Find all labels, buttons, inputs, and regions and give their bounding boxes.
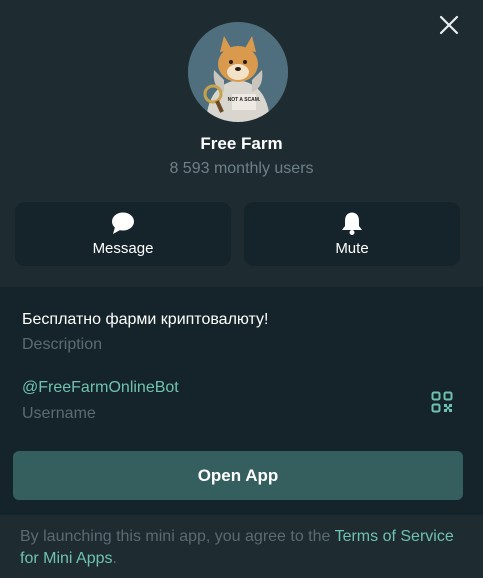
bell-icon bbox=[244, 210, 460, 236]
bot-info-panel: Бесплатно фарми криптовалюту! Descriptio… bbox=[0, 287, 483, 515]
terms-text: By launching this mini app, you agree to… bbox=[20, 528, 335, 545]
avatar-shirt-text: NOT A SCAM. bbox=[228, 97, 261, 103]
monthly-users-count: 8 593 monthly users bbox=[169, 160, 314, 177]
message-button[interactable]: Message bbox=[15, 202, 231, 266]
close-icon[interactable] bbox=[437, 13, 461, 37]
qr-code-icon[interactable] bbox=[431, 391, 453, 413]
username-link[interactable]: @FreeFarmOnlineBot bbox=[22, 379, 179, 397]
open-app-button[interactable]: Open App bbox=[13, 451, 463, 500]
bot-avatar: NOT A SCAM. bbox=[188, 22, 288, 122]
mute-button[interactable]: Mute bbox=[244, 202, 460, 266]
terms-notice: By launching this mini app, you agree to… bbox=[20, 526, 460, 570]
terms-end: . bbox=[112, 550, 117, 567]
bot-header: NOT A SCAM. Free Farm 8 593 monthly user… bbox=[0, 0, 483, 287]
username-label: Username bbox=[22, 405, 96, 422]
message-label: Message bbox=[92, 240, 154, 257]
description-label: Description bbox=[22, 336, 103, 353]
mute-label: Mute bbox=[335, 240, 369, 257]
bot-name: Free Farm bbox=[200, 134, 283, 153]
description-text: Бесплатно фарми криптовалюту! bbox=[22, 311, 269, 328]
chat-bubble-icon bbox=[15, 210, 231, 236]
